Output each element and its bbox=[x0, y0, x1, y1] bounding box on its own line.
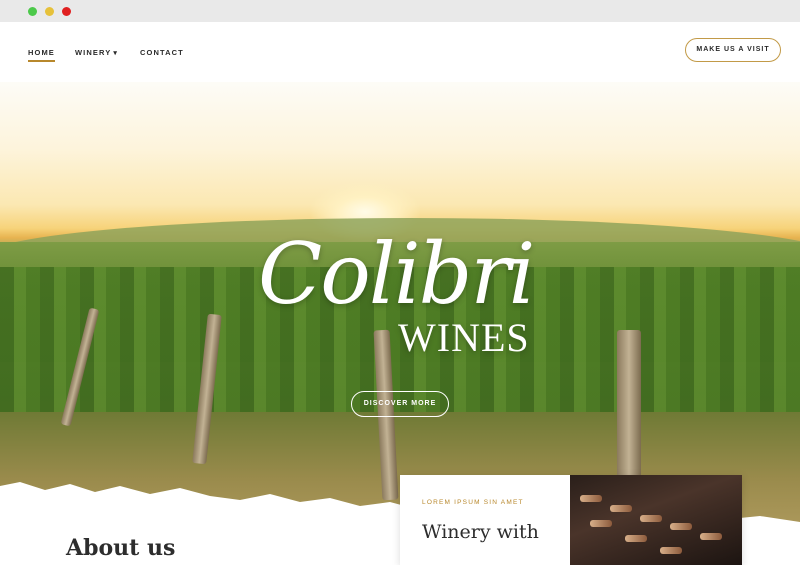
brand-logo-script: Colibri bbox=[258, 225, 535, 323]
window-maximize-icon[interactable] bbox=[28, 7, 37, 16]
brand-logo-subtitle: WINES bbox=[398, 315, 530, 360]
wine-cellar-image bbox=[570, 475, 742, 565]
top-navigation: HOME WINERY ▾ CONTACT MAKE US A VISIT bbox=[0, 22, 800, 82]
winery-feature-card: LOREM IPSUM SIN AMET Winery with bbox=[400, 475, 742, 565]
window-close-icon[interactable] bbox=[62, 7, 71, 16]
nav-contact-link[interactable]: CONTACT bbox=[140, 48, 184, 57]
bottle-shape bbox=[590, 520, 612, 527]
bottle-shape bbox=[610, 505, 632, 512]
card-title: Winery with bbox=[422, 521, 539, 543]
bottle-shape bbox=[580, 495, 602, 502]
bottle-shape bbox=[700, 533, 722, 540]
bottle-shape bbox=[660, 547, 682, 554]
bottle-shape bbox=[625, 535, 647, 542]
nav-winery-label: WINERY bbox=[75, 48, 112, 57]
card-eyebrow: LOREM IPSUM SIN AMET bbox=[422, 499, 524, 506]
nav-home-link[interactable]: HOME bbox=[28, 48, 55, 62]
nav-winery-link[interactable]: WINERY ▾ bbox=[75, 48, 118, 57]
bottle-shape bbox=[670, 523, 692, 530]
make-visit-button[interactable]: MAKE US A VISIT bbox=[685, 38, 781, 62]
browser-titlebar bbox=[0, 0, 800, 22]
bottle-shape bbox=[640, 515, 662, 522]
chevron-down-icon: ▾ bbox=[113, 50, 118, 57]
window-minimize-icon[interactable] bbox=[45, 7, 54, 16]
about-heading: About us bbox=[66, 535, 176, 561]
discover-more-button[interactable]: DISCOVER MORE bbox=[351, 391, 449, 417]
vine-post bbox=[617, 330, 641, 480]
